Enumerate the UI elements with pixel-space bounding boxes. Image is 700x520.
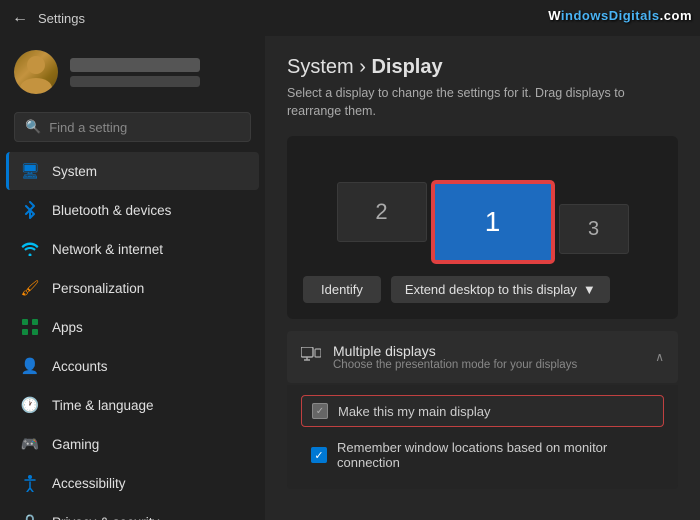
sidebar-item-accounts[interactable]: 👤 Accounts: [6, 347, 259, 385]
search-icon: 🔍: [25, 119, 41, 135]
sidebar-item-label: Accounts: [52, 359, 108, 374]
personalization-icon: 🖌: [20, 278, 40, 298]
multiple-displays-content: ✓ Make this my main display Remember win…: [287, 385, 678, 489]
remember-locations-row[interactable]: Remember window locations based on monit…: [301, 433, 664, 477]
sidebar-item-label: Bluetooth & devices: [52, 203, 171, 218]
sidebar-item-privacy[interactable]: 🔒 Privacy & security: [6, 503, 259, 520]
monitors-area: 2 1 3: [303, 152, 662, 262]
section-header-left: Multiple displays Choose the presentatio…: [301, 343, 577, 371]
app-title: Settings: [38, 11, 85, 26]
chevron-down-icon: ▼: [583, 282, 596, 297]
network-icon: [20, 239, 40, 259]
sidebar-item-label: Accessibility: [52, 476, 126, 491]
system-icon: 🖥: [20, 161, 40, 181]
user-profile[interactable]: [0, 36, 265, 108]
chevron-up-icon: ∧: [655, 350, 664, 364]
multiple-displays-icon: [301, 347, 321, 368]
sidebar-item-accessibility[interactable]: Accessibility: [6, 464, 259, 502]
sidebar-item-time[interactable]: 🕐 Time & language: [6, 386, 259, 424]
search-input[interactable]: [49, 120, 240, 135]
sidebar: 🔍 🖥 System Bluetooth & devices Network &…: [0, 36, 265, 520]
sidebar-item-label: Time & language: [52, 398, 154, 413]
multiple-displays-header[interactable]: Multiple displays Choose the presentatio…: [287, 331, 678, 383]
sidebar-item-label: Apps: [52, 320, 83, 335]
extend-label: Extend desktop to this display: [405, 282, 577, 297]
monitor-3[interactable]: 3: [559, 204, 629, 254]
watermark: WindowsDigitals.com: [548, 8, 692, 23]
main-display-row[interactable]: ✓ Make this my main display: [301, 395, 664, 427]
avatar: [14, 50, 58, 94]
remember-locations-checkbox[interactable]: [311, 447, 327, 463]
search-box[interactable]: 🔍: [14, 112, 251, 142]
sidebar-item-bluetooth[interactable]: Bluetooth & devices: [6, 191, 259, 229]
monitor-1[interactable]: 1: [433, 182, 553, 262]
back-button[interactable]: ←: [12, 9, 28, 27]
sidebar-item-network[interactable]: Network & internet: [6, 230, 259, 268]
accessibility-icon: [20, 473, 40, 493]
privacy-icon: 🔒: [20, 512, 40, 520]
monitor-2[interactable]: 2: [337, 182, 427, 242]
main-display-checkbox[interactable]: ✓: [312, 403, 328, 419]
bluetooth-icon: [20, 200, 40, 220]
sidebar-item-personalization[interactable]: 🖌 Personalization: [6, 269, 259, 307]
apps-icon: [20, 317, 40, 337]
time-icon: 🕐: [20, 395, 40, 415]
sidebar-item-gaming[interactable]: 🎮 Gaming: [6, 425, 259, 463]
gaming-icon: 🎮: [20, 434, 40, 454]
sidebar-item-system[interactable]: 🖥 System: [6, 152, 259, 190]
sidebar-item-label: Personalization: [52, 281, 144, 296]
page-subtitle: Select a display to change the settings …: [287, 85, 678, 120]
extend-dropdown-button[interactable]: Extend desktop to this display ▼: [391, 276, 610, 303]
main-display-label: Make this my main display: [338, 404, 490, 419]
remember-locations-label: Remember window locations based on monit…: [337, 440, 654, 470]
breadcrumb: System › Display: [287, 56, 678, 79]
accounts-icon: 👤: [20, 356, 40, 376]
sidebar-item-label: System: [52, 164, 97, 179]
sidebar-item-apps[interactable]: Apps: [6, 308, 259, 346]
sidebar-item-label: Network & internet: [52, 242, 163, 257]
sidebar-item-label: Privacy & security: [52, 515, 159, 520]
content-area: System › Display Select a display to cha…: [265, 36, 700, 520]
monitor-1-wrapper: 1: [433, 182, 553, 262]
sidebar-item-label: Gaming: [52, 437, 99, 452]
display-controls-row: Identify Extend desktop to this display …: [303, 276, 662, 303]
display-preview: 2 1 3 Identify Extend desktop to this di…: [287, 136, 678, 319]
section-subtitle: Choose the presentation mode for your di…: [333, 359, 577, 371]
identify-button[interactable]: Identify: [303, 276, 381, 303]
section-title: Multiple displays: [333, 343, 577, 359]
